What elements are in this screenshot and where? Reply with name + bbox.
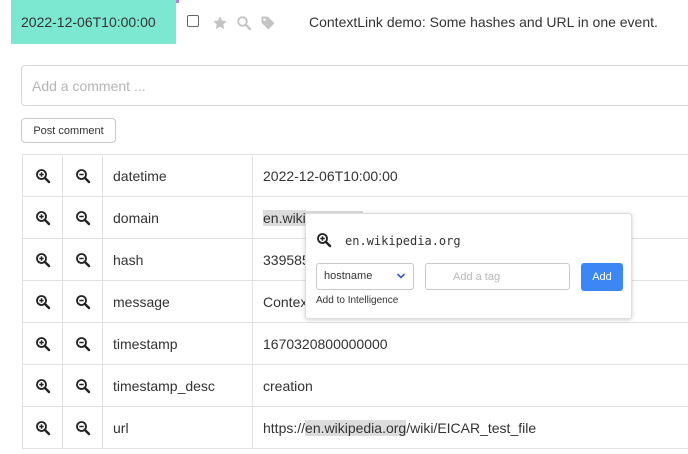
comment-input[interactable] xyxy=(21,65,688,106)
highlighted-domain[interactable]: en.wiki xyxy=(263,209,306,226)
event-message[interactable]: ContextLink demo: Some hashes and URL in… xyxy=(309,0,658,44)
add-to-intelligence-label[interactable]: Add to Intelligence xyxy=(316,295,398,306)
filter-in-icon[interactable] xyxy=(35,168,51,184)
attribute-row: timestamp_desc creation xyxy=(22,364,688,407)
tag-icon[interactable] xyxy=(260,15,276,31)
filter-out-icon[interactable] xyxy=(75,420,91,436)
attribute-name: timestamp_desc xyxy=(102,364,253,407)
filter-out-icon[interactable] xyxy=(75,168,91,184)
event-select-checkbox[interactable] xyxy=(187,15,199,27)
attribute-name: timestamp xyxy=(102,322,253,365)
attribute-value: https://en.wikipedia.org/wiki/EICAR_test… xyxy=(252,406,688,449)
filter-out-icon[interactable] xyxy=(75,378,91,394)
highlighted-domain[interactable]: en.wikipedia.org xyxy=(305,419,407,436)
filter-in-icon[interactable] xyxy=(35,378,51,394)
filter-in-icon[interactable] xyxy=(35,336,51,352)
popover-title: en.wikipedia.org xyxy=(345,234,461,248)
filter-in-icon[interactable] xyxy=(35,252,51,268)
event-accent-marker xyxy=(176,0,179,3)
attribute-name: hash xyxy=(102,238,253,281)
event-datetime[interactable]: 2022-12-06T10:00:00 xyxy=(11,0,176,44)
attribute-row: timestamp 1670320800000000 xyxy=(22,322,688,365)
attribute-value: 2022-12-06T10:00:00 xyxy=(252,154,688,197)
filter-out-icon[interactable] xyxy=(75,294,91,310)
url-suffix: /wiki/EICAR_test_file xyxy=(406,419,537,436)
event-row[interactable]: 2022-12-06T10:00:00 ContextLink demo: So… xyxy=(0,0,688,44)
attribute-row: datetime 2022-12-06T10:00:00 xyxy=(22,154,688,197)
ioc-type-select[interactable]: hostname xyxy=(316,263,414,290)
url-prefix: https:// xyxy=(263,419,306,436)
filter-out-icon[interactable] xyxy=(75,252,91,268)
tag-input[interactable] xyxy=(425,263,570,290)
context-popover: en.wikipedia.org hostname Add Add to Int… xyxy=(305,213,632,319)
attribute-value: 1670320800000000 xyxy=(252,322,688,365)
search-icon[interactable] xyxy=(236,15,252,31)
attribute-name: datetime xyxy=(102,154,253,197)
attribute-value: creation xyxy=(252,364,688,407)
filter-in-icon[interactable] xyxy=(35,294,51,310)
attribute-name: url xyxy=(102,406,253,449)
post-comment-button[interactable]: Post comment xyxy=(21,118,116,143)
filter-out-icon[interactable] xyxy=(75,336,91,352)
filter-in-icon[interactable] xyxy=(316,232,332,248)
attribute-name: domain xyxy=(102,196,253,239)
star-icon[interactable] xyxy=(212,15,228,31)
filter-in-icon[interactable] xyxy=(35,420,51,436)
ioc-type-value: hostname xyxy=(324,270,373,282)
filter-out-icon[interactable] xyxy=(75,210,91,226)
attribute-row: url https://en.wikipedia.org/wiki/EICAR_… xyxy=(22,406,688,449)
chevron-down-icon xyxy=(396,273,406,279)
filter-in-icon[interactable] xyxy=(35,210,51,226)
attribute-name: message xyxy=(102,280,253,323)
add-button[interactable]: Add xyxy=(581,263,623,291)
